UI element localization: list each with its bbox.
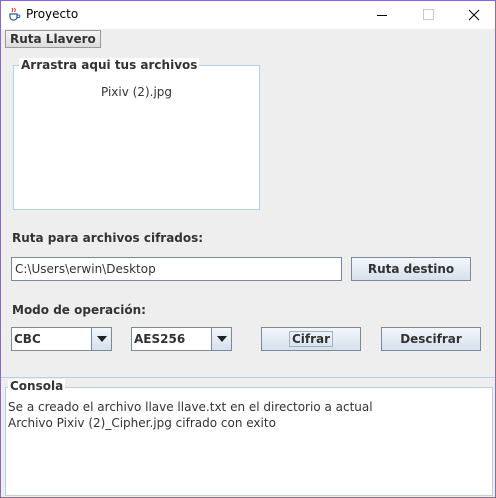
close-button[interactable] xyxy=(451,1,496,29)
menu-bar: Ruta Llavero xyxy=(1,29,495,49)
chevron-down-icon xyxy=(97,336,107,342)
mode-select-arrow[interactable] xyxy=(91,328,111,350)
app-window: Proyecto Ruta Llavero Arrastra aqui tus … xyxy=(0,0,496,498)
operation-mode-label: Modo de operación: xyxy=(12,303,146,317)
mode-select[interactable]: CBC xyxy=(11,327,112,351)
close-icon xyxy=(468,9,480,21)
menu-ruta-llavero[interactable]: Ruta Llavero xyxy=(5,30,101,48)
destination-label: Ruta para archivos cifrados: xyxy=(12,231,204,245)
console-line: Se a creado el archivo llave llave.txt e… xyxy=(8,400,373,414)
file-drop-area[interactable]: Arrastra aqui tus archivos Pixiv (2).jpg xyxy=(13,58,260,210)
mode-select-value: CBC xyxy=(14,332,41,346)
destination-button[interactable]: Ruta destino xyxy=(351,257,471,281)
console-title: Consola xyxy=(8,379,66,393)
decrypt-button[interactable]: Descifrar xyxy=(381,327,481,351)
encrypt-button-label: Cifrar xyxy=(288,331,334,347)
console-output[interactable]: Se a creado el archivo llave llave.txt e… xyxy=(5,387,493,496)
algorithm-select-value: AES256 xyxy=(134,332,186,346)
minimize-button[interactable] xyxy=(359,1,405,29)
chevron-down-icon xyxy=(217,336,227,342)
maximize-button[interactable] xyxy=(405,1,451,29)
encrypt-button[interactable]: Cifrar xyxy=(261,327,361,351)
console-line: Archivo Pixiv (2)_Cipher.jpg cifrado con… xyxy=(8,416,276,430)
console-panel: Se a creado el archivo llave llave.txt e… xyxy=(1,377,495,497)
drop-area-title: Arrastra aqui tus archivos xyxy=(19,58,200,72)
dropped-file-item[interactable]: Pixiv (2).jpg xyxy=(14,85,259,99)
java-cup-icon xyxy=(7,7,21,21)
title-bar[interactable]: Proyecto xyxy=(1,1,495,29)
algorithm-select[interactable]: AES256 xyxy=(131,327,232,351)
destination-path-field[interactable]: C:\Users\erwin\Desktop xyxy=(11,257,342,281)
window-title: Proyecto xyxy=(26,7,79,21)
algorithm-select-arrow[interactable] xyxy=(211,328,231,350)
